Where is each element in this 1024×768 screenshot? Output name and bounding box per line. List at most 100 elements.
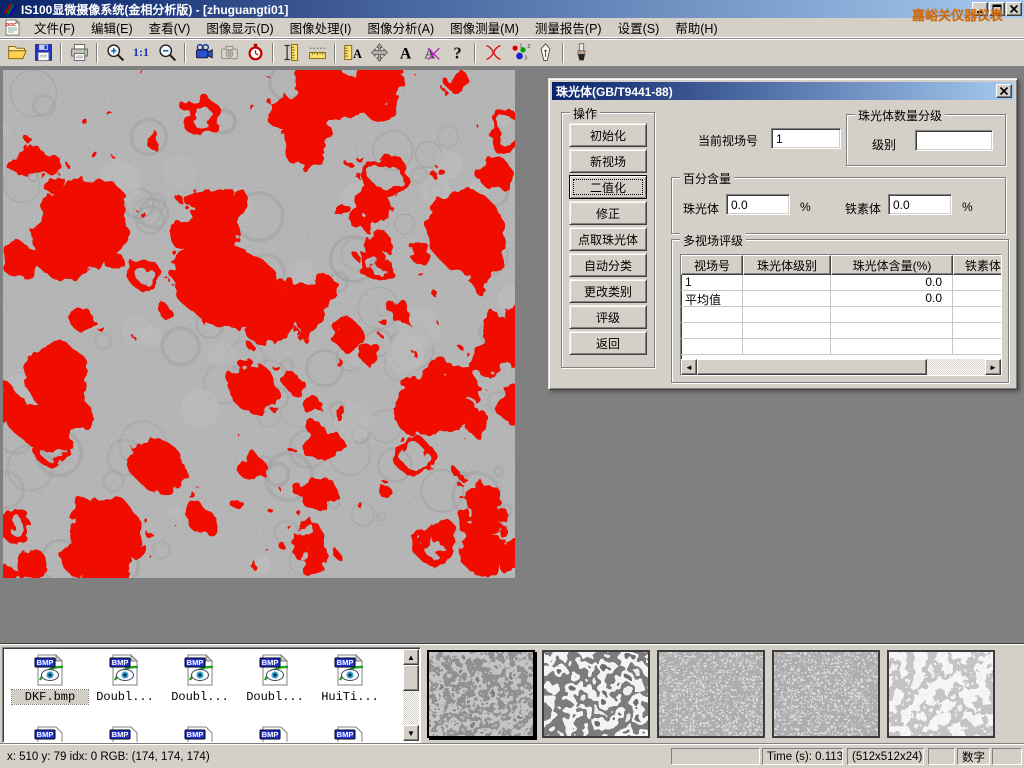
scroll-right-button[interactable]: ► bbox=[985, 359, 1001, 375]
grade-input[interactable] bbox=[915, 130, 993, 151]
dialog-title-bar[interactable]: 珠光体(GB/T9441-88) bbox=[552, 82, 1014, 100]
svg-text:BMP: BMP bbox=[112, 730, 129, 739]
menu-help[interactable]: 帮助(H) bbox=[667, 16, 725, 39]
delete-text-icon[interactable]: A bbox=[418, 41, 444, 65]
help-icon[interactable]: ? bbox=[444, 41, 470, 65]
pick-pearlite-button[interactable]: 点取珠光体 bbox=[569, 227, 647, 251]
ruler-icon[interactable] bbox=[304, 41, 330, 65]
pen-icon[interactable] bbox=[532, 41, 558, 65]
table-row[interactable]: 平均值 0.0 bbox=[681, 291, 1001, 307]
bmp-file-icon[interactable]: BMP bbox=[257, 726, 291, 743]
bmp-file-icon[interactable]: BMP bbox=[107, 654, 141, 686]
menu-image-display[interactable]: 图像显示(D) bbox=[198, 16, 281, 39]
thumbnail[interactable] bbox=[657, 650, 765, 738]
col-pearlite-content[interactable]: 珠光体含量(%) bbox=[831, 255, 953, 275]
table-row[interactable]: 1 0.0 bbox=[681, 275, 1001, 291]
col-field-number[interactable]: 视场号 bbox=[681, 255, 743, 275]
toolbar-separator bbox=[60, 43, 62, 63]
zoom-in-icon[interactable] bbox=[102, 41, 128, 65]
brush-icon[interactable] bbox=[568, 41, 594, 65]
bmp-file-icon[interactable]: BMP bbox=[332, 726, 366, 743]
file-name[interactable]: HuiTi... bbox=[312, 690, 388, 704]
caliper-icon[interactable] bbox=[278, 41, 304, 65]
svg-text:BMP: BMP bbox=[337, 658, 354, 667]
toolbar-separator bbox=[96, 43, 98, 63]
return-button[interactable]: 返回 bbox=[569, 331, 647, 355]
rate-button[interactable]: 评级 bbox=[569, 305, 647, 329]
file-name-selected[interactable]: DKF.bmp bbox=[12, 690, 88, 704]
thumbnail[interactable] bbox=[772, 650, 880, 738]
menu-image-processing[interactable]: 图像处理(I) bbox=[282, 16, 360, 39]
pearlite-dialog[interactable]: 珠光体(GB/T9441-88) 操作 初始化 新视场 二值化 修正 点取珠光体… bbox=[548, 78, 1018, 390]
scrollbar-thumb[interactable] bbox=[403, 665, 419, 691]
menu-settings[interactable]: 设置(S) bbox=[610, 16, 668, 39]
delete-curve-icon[interactable] bbox=[480, 41, 506, 65]
rating-table[interactable]: 视场号 珠光体级别 珠光体含量(%) 铁素体 1 0.0 平均值 bbox=[680, 254, 1002, 376]
auto-classify-button[interactable]: 自动分类 bbox=[569, 253, 647, 277]
open-file-icon[interactable] bbox=[4, 41, 30, 65]
status-empty-panel bbox=[992, 748, 1022, 765]
stopwatch-icon[interactable] bbox=[242, 41, 268, 65]
new-field-button[interactable]: 新视场 bbox=[569, 149, 647, 173]
binarize-button[interactable]: 二值化 bbox=[569, 175, 647, 199]
file-name[interactable]: Doubl... bbox=[162, 690, 238, 704]
dialog-close-button[interactable] bbox=[996, 84, 1012, 98]
menu-edit[interactable]: 编辑(E) bbox=[83, 16, 141, 39]
bmp-file-icon[interactable]: BMP bbox=[182, 726, 216, 743]
text-icon[interactable]: A bbox=[392, 41, 418, 65]
file-list[interactable]: BMP BMP BMP BMP BMP DKF.bmp Doubl... Dou… bbox=[2, 647, 421, 743]
scroll-left-button[interactable]: ◄ bbox=[681, 359, 697, 375]
status-image-size: (512x512x24) bbox=[847, 748, 924, 765]
svg-text:DOC: DOC bbox=[6, 22, 17, 27]
close-button[interactable] bbox=[1006, 2, 1022, 16]
still-camera-icon[interactable] bbox=[216, 41, 242, 65]
metallograph-image[interactable] bbox=[3, 70, 515, 578]
operations-group-label: 操作 bbox=[570, 105, 600, 122]
scrollbar-thumb[interactable] bbox=[697, 359, 927, 375]
ferrite-input[interactable] bbox=[888, 194, 952, 215]
bmp-file-icon[interactable]: BMP bbox=[182, 654, 216, 686]
multi-field-group-label: 多视场评级 bbox=[680, 232, 746, 249]
svg-text:BMP: BMP bbox=[112, 658, 129, 667]
file-name[interactable]: Doubl... bbox=[237, 690, 313, 704]
grade-label: 级别 bbox=[872, 136, 896, 153]
thumbnail[interactable] bbox=[887, 650, 995, 738]
bmp-file-icon[interactable]: BMP bbox=[332, 654, 366, 686]
video-camera-icon[interactable] bbox=[190, 41, 216, 65]
change-class-button[interactable]: 更改类别 bbox=[569, 279, 647, 303]
measure-text-icon[interactable]: A bbox=[340, 41, 366, 65]
thumbnail-selected[interactable] bbox=[427, 650, 535, 738]
menu-view[interactable]: 查看(V) bbox=[141, 16, 199, 39]
current-field-input[interactable] bbox=[771, 128, 841, 149]
document-icon[interactable]: DOC bbox=[4, 19, 21, 36]
svg-text:A: A bbox=[399, 46, 411, 63]
file-list-scrollbar[interactable]: ▲ ▼ bbox=[403, 649, 419, 741]
pearlite-input[interactable] bbox=[726, 194, 790, 215]
save-icon[interactable] bbox=[30, 41, 56, 65]
initialize-button[interactable]: 初始化 bbox=[569, 123, 647, 147]
scroll-down-button[interactable]: ▼ bbox=[403, 725, 419, 741]
bmp-file-icon[interactable]: BMP bbox=[32, 654, 66, 686]
move-icon[interactable] bbox=[366, 41, 392, 65]
bmp-file-icon[interactable]: BMP bbox=[257, 654, 291, 686]
bmp-file-icon[interactable]: BMP bbox=[107, 726, 141, 743]
thumbnail[interactable] bbox=[542, 650, 650, 738]
table-horizontal-scrollbar[interactable]: ◄ ► bbox=[681, 359, 1001, 375]
correct-button[interactable]: 修正 bbox=[569, 201, 647, 225]
svg-text:A: A bbox=[353, 47, 362, 61]
menu-image-measure[interactable]: 图像测量(M) bbox=[442, 16, 527, 39]
svg-text:BMP: BMP bbox=[187, 658, 204, 667]
menu-image-analysis[interactable]: 图像分析(A) bbox=[359, 16, 442, 39]
col-ferrite[interactable]: 铁素体 bbox=[953, 255, 1002, 275]
menu-measure-report[interactable]: 测量报告(P) bbox=[527, 16, 610, 39]
scroll-up-button[interactable]: ▲ bbox=[403, 649, 419, 665]
print-icon[interactable] bbox=[66, 41, 92, 65]
col-pearlite-grade[interactable]: 珠光体级别 bbox=[743, 255, 831, 275]
actual-size-icon[interactable]: 1:1 bbox=[128, 41, 154, 65]
menu-file[interactable]: 文件(F) bbox=[26, 16, 83, 39]
zoom-out-icon[interactable] bbox=[154, 41, 180, 65]
bmp-file-icon[interactable]: BMP bbox=[32, 726, 66, 743]
svg-text:?: ? bbox=[453, 44, 461, 63]
file-name[interactable]: Doubl... bbox=[87, 690, 163, 704]
classify-dots-icon[interactable]: 123 bbox=[506, 41, 532, 65]
